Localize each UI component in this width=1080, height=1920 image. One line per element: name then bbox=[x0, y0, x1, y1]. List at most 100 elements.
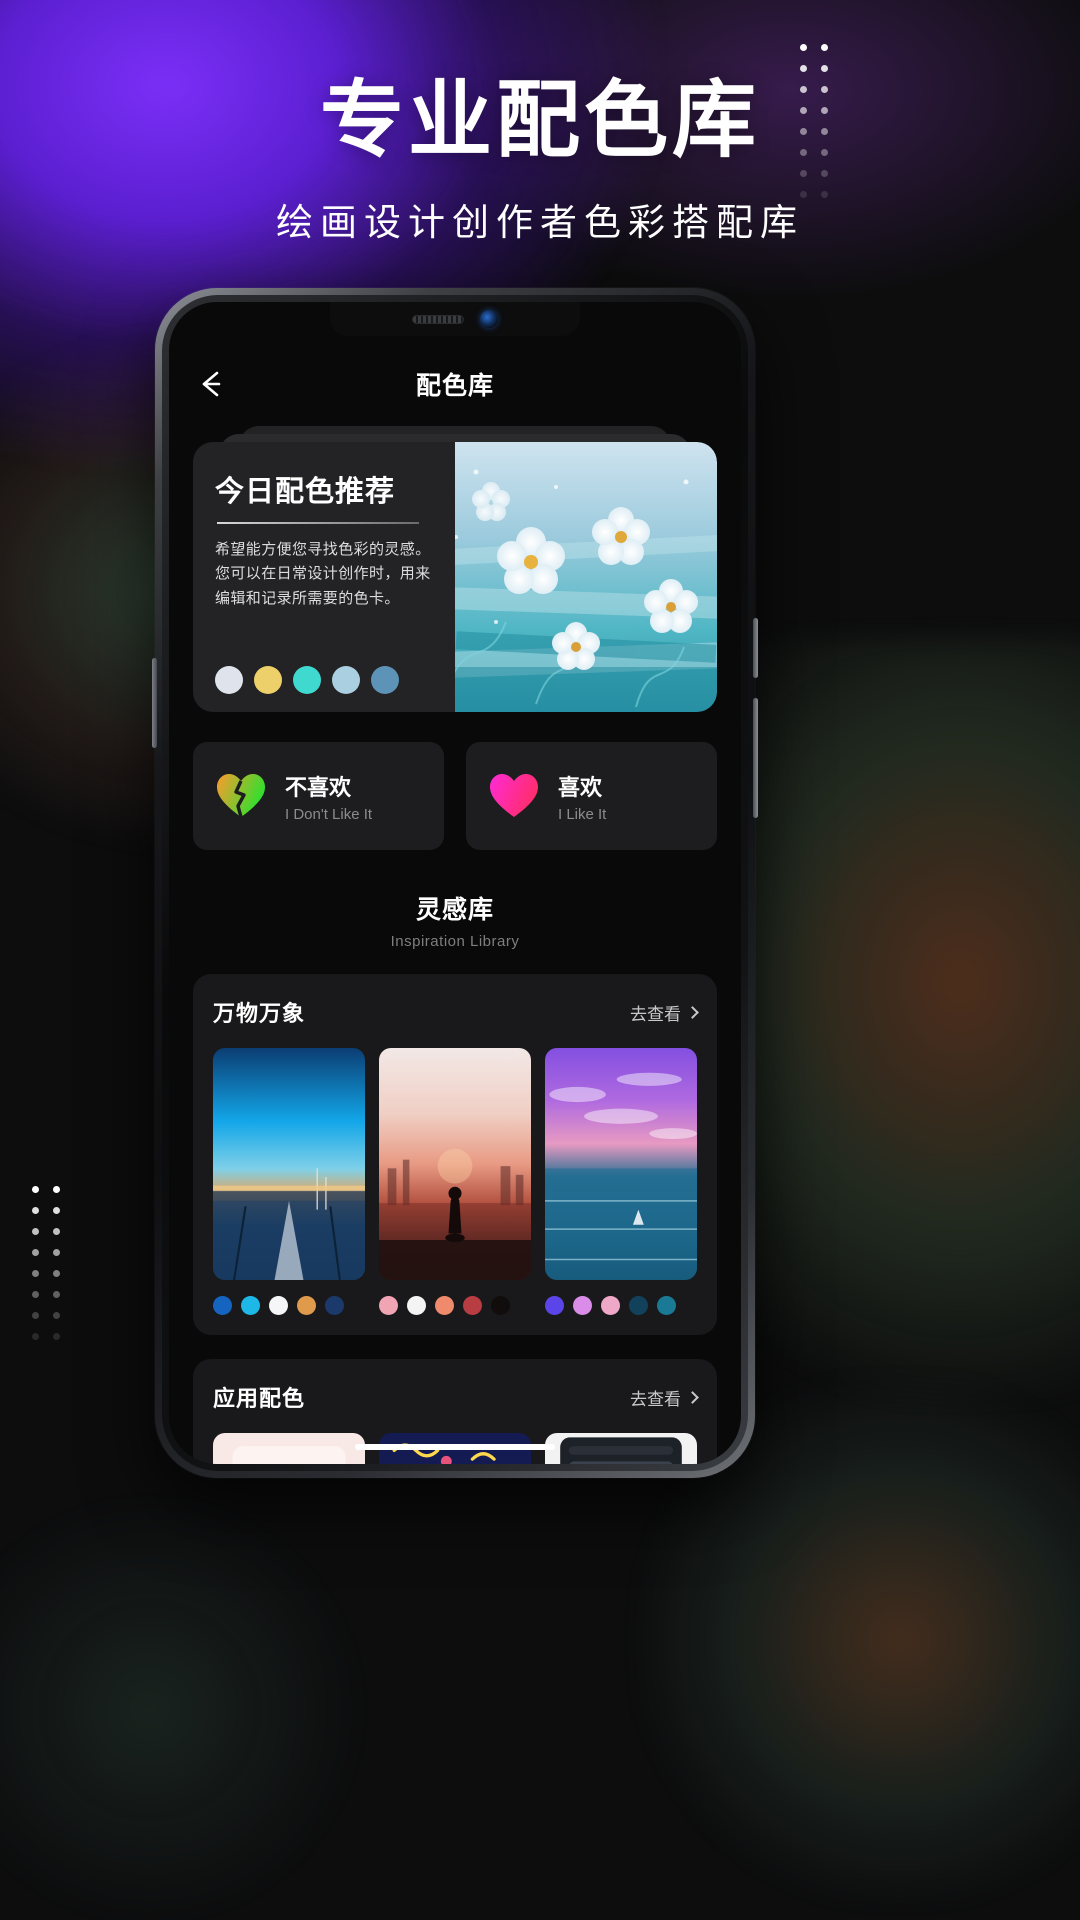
decorative-dot bbox=[53, 1249, 60, 1256]
decorative-dot bbox=[32, 1186, 39, 1193]
palette-dot[interactable] bbox=[573, 1296, 592, 1315]
choice-label-cn: 不喜欢 bbox=[285, 774, 352, 800]
inspiration-thumbnail bbox=[379, 1048, 531, 1280]
inspiration-thumbnail bbox=[213, 1048, 365, 1280]
decorative-dot bbox=[32, 1228, 39, 1235]
palette-dot[interactable] bbox=[601, 1296, 620, 1315]
inspiration-card[interactable] bbox=[545, 1048, 697, 1315]
app-bar: 配色库 bbox=[169, 336, 741, 432]
feature-card-divider bbox=[217, 522, 420, 524]
phone-power-button bbox=[753, 618, 758, 678]
decorative-dot bbox=[32, 1249, 39, 1256]
palette-dot[interactable] bbox=[491, 1296, 510, 1315]
choice-labels: 喜欢 I Like It bbox=[558, 770, 606, 823]
feature-card-title: 今日配色推荐 bbox=[215, 476, 396, 508]
color-swatch[interactable] bbox=[215, 666, 243, 694]
feature-card-wrapper: 今日配色推荐 希望能方便您寻找色彩的灵感。您可以在日常设计创作时，用来编辑和记录… bbox=[193, 426, 717, 712]
palette-dot[interactable] bbox=[463, 1296, 482, 1315]
decorative-dot bbox=[53, 1270, 60, 1277]
view-more-button[interactable]: 去查看 bbox=[630, 1000, 699, 1025]
feature-card-image bbox=[455, 442, 717, 712]
section-title-en: Inspiration Library bbox=[390, 933, 520, 950]
decorative-dot bbox=[53, 1312, 60, 1319]
panel-title: 万物万象 bbox=[213, 1001, 306, 1026]
decorative-dot bbox=[32, 1207, 39, 1214]
view-more-label: 去查看 bbox=[630, 1004, 681, 1024]
decorative-dot bbox=[32, 1291, 39, 1298]
color-swatch[interactable] bbox=[254, 666, 282, 694]
choice-label-en: I Like It bbox=[558, 805, 607, 823]
app-root: 配色库 今日配色推荐 希望能方便您寻找色彩的灵感。您可以在日常设计创作时，用来编… bbox=[169, 302, 741, 1464]
daily-recommendation-card[interactable]: 今日配色推荐 希望能方便您寻找色彩的灵感。您可以在日常设计创作时，用来编辑和记录… bbox=[193, 442, 717, 712]
palette-dot[interactable] bbox=[213, 1296, 232, 1315]
feature-palette bbox=[215, 652, 435, 694]
app-color-thumbnail bbox=[545, 1433, 697, 1464]
decorative-dots-left bbox=[32, 1186, 60, 1340]
app-color-thumbnail bbox=[213, 1433, 365, 1464]
phone-screen: 配色库 今日配色推荐 希望能方便您寻找色彩的灵感。您可以在日常设计创作时，用来编… bbox=[169, 302, 741, 1464]
choice-label-en: I Don't Like It bbox=[285, 805, 373, 823]
panel-header: 万物万象 去查看 bbox=[213, 996, 699, 1028]
chevron-right-icon bbox=[686, 1005, 699, 1019]
palette-dot[interactable] bbox=[297, 1296, 316, 1315]
phone-mockup: 配色库 今日配色推荐 希望能方便您寻找色彩的灵感。您可以在日常设计创作时，用来编… bbox=[152, 288, 758, 1478]
inspiration-card[interactable] bbox=[213, 1048, 365, 1315]
thumbnail-row bbox=[213, 1048, 697, 1315]
palette-dot[interactable] bbox=[269, 1296, 288, 1315]
color-swatch[interactable] bbox=[371, 666, 399, 694]
choice-labels: 不喜欢 I Don't Like It bbox=[285, 770, 372, 823]
palette-dot[interactable] bbox=[629, 1296, 648, 1315]
decorative-dot bbox=[53, 1291, 60, 1298]
palette-row bbox=[545, 1296, 697, 1315]
inspiration-card[interactable] bbox=[379, 1048, 531, 1315]
page-title: 专业配色库 bbox=[319, 73, 760, 167]
panel-header: 应用配色 去查看 bbox=[213, 1381, 699, 1413]
inspiration-thumbnail bbox=[545, 1048, 697, 1280]
speaker-grille-icon bbox=[412, 314, 464, 324]
hero-header: 专业配色库 绘画设计创作者色彩搭配库 bbox=[0, 0, 1080, 246]
phone-side-button bbox=[152, 658, 157, 748]
app-color-card[interactable] bbox=[545, 1433, 697, 1464]
dislike-button[interactable]: 不喜欢 I Don't Like It bbox=[193, 742, 444, 850]
heart-icon bbox=[488, 772, 540, 820]
broken-heart-icon bbox=[215, 772, 267, 820]
palette-dot[interactable] bbox=[325, 1296, 344, 1315]
feature-card-text: 今日配色推荐 希望能方便您寻找色彩的灵感。您可以在日常设计创作时，用来编辑和记录… bbox=[193, 442, 455, 712]
panel-title: 应用配色 bbox=[213, 1386, 306, 1411]
decorative-dot bbox=[32, 1270, 39, 1277]
decorative-dot bbox=[32, 1312, 39, 1319]
decorative-dot bbox=[53, 1333, 60, 1340]
phone-notch bbox=[330, 302, 580, 336]
arrow-left-icon[interactable] bbox=[195, 367, 229, 401]
view-more-label: 去查看 bbox=[630, 1389, 681, 1409]
view-more-button[interactable]: 去查看 bbox=[630, 1385, 699, 1410]
inspiration-section-header: 灵感库 Inspiration Library bbox=[193, 890, 717, 950]
decorative-dot bbox=[53, 1207, 60, 1214]
palette-dot[interactable] bbox=[657, 1296, 676, 1315]
front-camera-icon bbox=[480, 310, 498, 328]
home-indicator[interactable] bbox=[355, 1444, 555, 1450]
feature-card-description: 希望能方便您寻找色彩的灵感。您可以在日常设计创作时，用来编辑和记录所需要的色卡。 bbox=[215, 541, 431, 607]
app-bar-title: 配色库 bbox=[415, 372, 494, 400]
app-content: 今日配色推荐 希望能方便您寻找色彩的灵感。您可以在日常设计创作时，用来编辑和记录… bbox=[169, 426, 741, 1464]
decorative-dot bbox=[53, 1228, 60, 1235]
panel-everything: 万物万象 去查看 bbox=[193, 974, 717, 1335]
app-color-card[interactable] bbox=[213, 1433, 365, 1464]
palette-dot[interactable] bbox=[545, 1296, 564, 1315]
palette-row bbox=[379, 1296, 531, 1315]
chevron-right-icon bbox=[686, 1390, 699, 1404]
palette-dot[interactable] bbox=[241, 1296, 260, 1315]
decorative-dot bbox=[32, 1333, 39, 1340]
palette-row bbox=[213, 1296, 365, 1315]
palette-dot[interactable] bbox=[407, 1296, 426, 1315]
color-swatch[interactable] bbox=[293, 666, 321, 694]
color-swatch[interactable] bbox=[332, 666, 360, 694]
glow-teal bbox=[0, 1500, 360, 1920]
palette-dot[interactable] bbox=[435, 1296, 454, 1315]
choice-label-cn: 喜欢 bbox=[558, 774, 603, 800]
like-button[interactable]: 喜欢 I Like It bbox=[466, 742, 717, 850]
feedback-buttons: 不喜欢 I Don't Like It 喜欢 I Like It bbox=[193, 742, 717, 850]
palette-dot[interactable] bbox=[379, 1296, 398, 1315]
page-subtitle: 绘画设计创作者色彩搭配库 bbox=[276, 202, 804, 243]
decorative-dot bbox=[53, 1186, 60, 1193]
